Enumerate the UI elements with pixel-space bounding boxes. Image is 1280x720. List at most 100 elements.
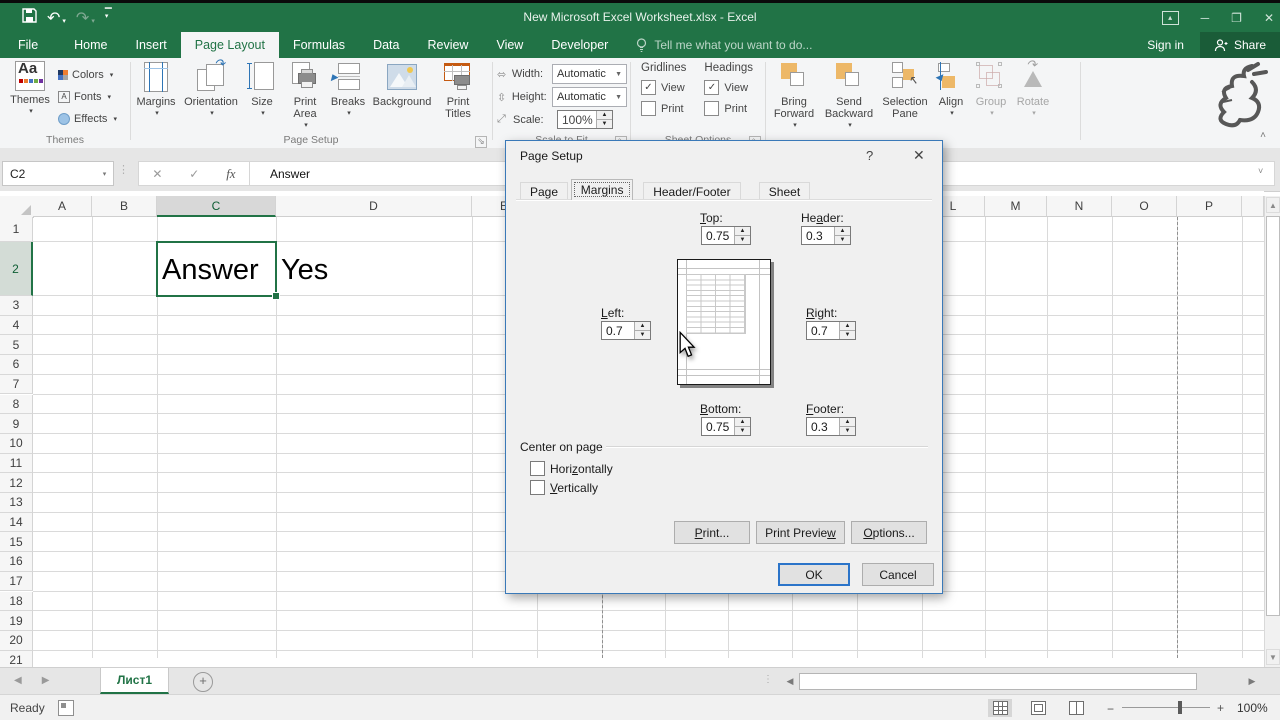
column-header-A[interactable]: A	[33, 196, 92, 217]
scroll-right-icon[interactable]: ▶	[1244, 672, 1260, 691]
right-margin-spinner[interactable]: 0.7▲▼	[806, 321, 856, 340]
confirm-entry-icon[interactable]: ✓	[189, 167, 199, 181]
themes-button[interactable]: Aa Themes ▾	[8, 61, 52, 118]
breaks-button[interactable]: ▶Breaks▾	[329, 58, 367, 132]
left-margin-spinner[interactable]: 0.7▲▼	[601, 321, 651, 340]
rotate-button[interactable]: ↷Rotate▾	[1012, 58, 1054, 132]
ribbon-tab-review[interactable]: Review	[413, 32, 482, 58]
close-button[interactable]: ✕	[1264, 11, 1274, 25]
vertical-scroll-thumb[interactable]	[1266, 216, 1280, 616]
row-header-16[interactable]: 16	[0, 552, 33, 572]
vertical-scrollbar[interactable]: ▲ ▼	[1264, 196, 1280, 667]
row-header-21[interactable]: 21	[0, 651, 33, 667]
horizontal-scrollbar[interactable]: ◀ ▶	[782, 672, 1262, 691]
options-button[interactable]: Options...	[851, 521, 927, 544]
horizontal-scroll-thumb[interactable]	[799, 673, 1197, 690]
name-box-dropdown-icon[interactable]: ▾	[96, 170, 113, 178]
scroll-up-icon[interactable]: ▲	[1266, 197, 1280, 213]
add-sheet-button[interactable]: +	[193, 672, 213, 692]
tell-me-box[interactable]: Tell me what you want to do...	[636, 32, 812, 58]
page-break-view-button[interactable]	[1064, 699, 1088, 717]
top-margin-spinner[interactable]: 0.75▲▼	[701, 226, 751, 245]
next-sheet-icon[interactable]: ▶	[42, 675, 50, 686]
row-header-19[interactable]: 19	[0, 611, 33, 631]
ok-button[interactable]: OK	[778, 563, 850, 586]
ribbon-tab-data[interactable]: Data	[359, 32, 413, 58]
insert-function-icon[interactable]: fx	[226, 166, 235, 182]
row-header-12[interactable]: 12	[0, 473, 33, 493]
height-combobox[interactable]: Automatic▼	[552, 87, 627, 107]
print-preview-button[interactable]: Print Preview	[756, 521, 845, 544]
dialog-close-icon[interactable]: ✕	[913, 147, 925, 164]
horizontally-checkbox[interactable]	[530, 461, 545, 476]
column-header-M[interactable]: M	[985, 196, 1047, 217]
ribbon-tab-developer[interactable]: Developer	[537, 32, 622, 58]
colors-button[interactable]: Colors▾	[58, 64, 117, 86]
column-header-N[interactable]: N	[1047, 196, 1112, 217]
macro-record-icon[interactable]	[58, 700, 74, 716]
column-header-P[interactable]: P	[1177, 196, 1242, 217]
cell-D2[interactable]: Yes	[281, 254, 328, 287]
effects-button[interactable]: Effects▾	[58, 108, 117, 130]
row-header-17[interactable]: 17	[0, 572, 33, 592]
send-backward-button[interactable]: SendBackward▾	[820, 58, 878, 132]
scale-spinner[interactable]: 100%▲▼	[557, 110, 613, 129]
select-all-corner[interactable]	[0, 196, 34, 218]
cancel-button[interactable]: Cancel	[862, 563, 934, 586]
print-area-button[interactable]: PrintArea▾	[281, 58, 329, 132]
size-button[interactable]: Size▾	[243, 58, 281, 132]
row-header-10[interactable]: 10	[0, 434, 33, 454]
share-button[interactable]: Share	[1200, 32, 1280, 58]
headings-print-checkbox[interactable]: Print	[704, 101, 753, 116]
tabbar-divider[interactable]: ⋮	[763, 674, 773, 685]
background-button[interactable]: Background	[367, 58, 437, 132]
margin-preview-page[interactable]	[677, 259, 771, 385]
row-header-13[interactable]: 13	[0, 493, 33, 513]
row-header-4[interactable]: 4	[0, 316, 33, 336]
column-header-C[interactable]: C	[157, 196, 276, 217]
scroll-left-icon[interactable]: ◀	[782, 672, 798, 691]
row-header-3[interactable]: 3	[0, 296, 33, 316]
row-header-6[interactable]: 6	[0, 355, 33, 375]
normal-view-button[interactable]	[988, 699, 1012, 717]
margins-button[interactable]: Margins▾	[133, 58, 179, 132]
cancel-entry-icon[interactable]: ✕	[152, 167, 162, 181]
zoom-level[interactable]: 100%	[1237, 701, 1268, 715]
row-header-1[interactable]: 1	[0, 217, 33, 242]
dialog-tab-header-footer[interactable]: Header/Footer	[643, 182, 740, 200]
print-titles-button[interactable]: PrintTitles	[437, 58, 479, 132]
row-header-18[interactable]: 18	[0, 592, 33, 612]
column-header-O[interactable]: O	[1112, 196, 1177, 217]
row-header-20[interactable]: 20	[0, 631, 33, 651]
dialog-tab-margins[interactable]: Margins	[571, 179, 634, 200]
ribbon-tab-file[interactable]: File	[0, 32, 56, 58]
prev-sheet-icon[interactable]: ◀	[14, 675, 22, 686]
dialog-help-icon[interactable]: ?	[866, 148, 873, 163]
minimize-button[interactable]: ─	[1201, 11, 1210, 25]
zoom-in-icon[interactable]: +	[1217, 701, 1224, 715]
row-header-8[interactable]: 8	[0, 395, 33, 415]
expand-formula-bar-icon[interactable]: ˅	[1258, 166, 1263, 176]
fonts-button[interactable]: AFonts▾	[58, 86, 117, 108]
page-setup-dialog-launcher-icon[interactable]: ⇘	[475, 136, 487, 148]
gridlines-view-checkbox[interactable]: ✓View	[641, 80, 686, 95]
maximize-button[interactable]: ❐	[1231, 11, 1242, 25]
bring-forward-button[interactable]: BringForward▾	[768, 58, 820, 132]
sheet-tab[interactable]: Лист1	[100, 668, 169, 694]
ribbon-tab-formulas[interactable]: Formulas	[279, 32, 359, 58]
page-layout-view-button[interactable]	[1026, 699, 1050, 717]
fill-handle[interactable]	[272, 292, 280, 300]
column-header-D[interactable]: D	[276, 196, 472, 217]
row-header-9[interactable]: 9	[0, 414, 33, 434]
row-header-14[interactable]: 14	[0, 513, 33, 533]
ribbon-tab-page-layout[interactable]: Page Layout	[181, 32, 279, 58]
headings-view-checkbox[interactable]: ✓View	[704, 80, 753, 95]
gridlines-print-checkbox[interactable]: Print	[641, 101, 686, 116]
width-combobox[interactable]: Automatic▼	[552, 64, 627, 84]
name-box[interactable]: C2 ▾	[2, 161, 114, 186]
header-margin-spinner[interactable]: 0.3▲▼	[801, 226, 851, 245]
zoom-slider-track[interactable]	[1122, 707, 1210, 708]
ribbon-tab-insert[interactable]: Insert	[122, 32, 181, 58]
zoom-out-icon[interactable]: −	[1107, 702, 1114, 716]
scroll-down-icon[interactable]: ▼	[1266, 649, 1280, 665]
